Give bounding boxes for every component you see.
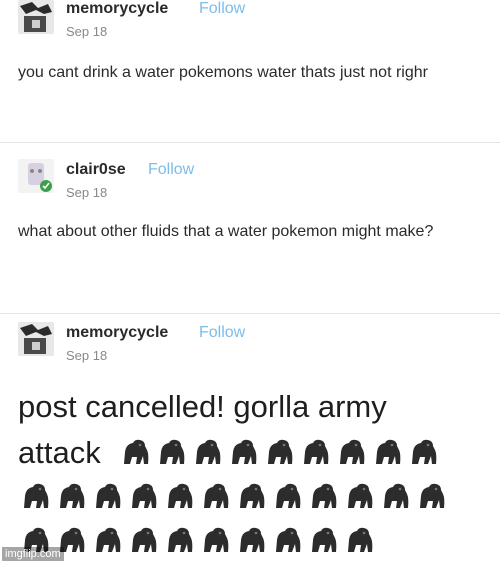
gorilla-icon bbox=[342, 478, 376, 512]
gorilla-row-2 bbox=[18, 478, 448, 518]
gorilla-icon bbox=[190, 434, 224, 468]
gorilla-icon bbox=[126, 478, 160, 512]
gorilla-icon bbox=[154, 434, 188, 468]
gorilla-icon bbox=[126, 522, 160, 556]
watermark: imgflip.com bbox=[2, 547, 64, 561]
gorilla-icon bbox=[270, 478, 304, 512]
gorilla-icon bbox=[414, 478, 448, 512]
gorilla-icon bbox=[162, 478, 196, 512]
post-date: Sep 18 bbox=[66, 24, 108, 39]
gorilla-icon bbox=[298, 434, 332, 468]
username[interactable]: memorycycle bbox=[66, 0, 168, 18]
post-body-line-1: post cancelled! gorlla army bbox=[18, 389, 387, 424]
gorilla-icon bbox=[90, 478, 124, 512]
post-2: clair0se Follow Sep 18 what about other … bbox=[0, 143, 500, 313]
gorilla-icon bbox=[406, 434, 440, 468]
gorilla-icon bbox=[198, 478, 232, 512]
gorilla-icon bbox=[234, 478, 268, 512]
gorilla-icon bbox=[306, 522, 340, 556]
gorilla-icon bbox=[118, 434, 152, 468]
avatar[interactable] bbox=[18, 0, 54, 34]
gorilla-icon bbox=[90, 522, 124, 556]
post-body-line-2: attack bbox=[18, 435, 101, 470]
username[interactable]: clair0se bbox=[66, 161, 126, 179]
gorilla-icon bbox=[234, 522, 268, 556]
gorilla-row-3 bbox=[18, 522, 376, 562]
follow-button[interactable]: Follow bbox=[148, 161, 194, 179]
username[interactable]: memorycycle bbox=[66, 324, 168, 342]
avatar[interactable] bbox=[18, 322, 54, 356]
gorilla-icon bbox=[18, 478, 52, 512]
gorilla-icon bbox=[198, 522, 232, 556]
post-3: memorycycle Follow Sep 18 post cancelled… bbox=[0, 314, 500, 563]
gorilla-icon bbox=[162, 522, 196, 556]
gorilla-row-1 bbox=[118, 434, 440, 474]
gorilla-icon bbox=[54, 478, 88, 512]
gorilla-icon bbox=[262, 434, 296, 468]
post-date: Sep 18 bbox=[66, 185, 108, 200]
post-1: memorycycle Follow Sep 18 you cant drink… bbox=[0, 0, 500, 142]
post-date: Sep 18 bbox=[66, 348, 108, 363]
follow-button[interactable]: Follow bbox=[199, 324, 245, 342]
avatar[interactable] bbox=[18, 159, 54, 193]
gorilla-icon bbox=[378, 478, 412, 512]
gorilla-icon bbox=[306, 478, 340, 512]
gorilla-icon bbox=[342, 522, 376, 556]
post-body: what about other fluids that a water pok… bbox=[18, 223, 434, 240]
post-body: you cant drink a water pokemons water th… bbox=[18, 64, 428, 81]
gorilla-icon bbox=[226, 434, 260, 468]
gorilla-icon bbox=[334, 434, 368, 468]
gorilla-icon bbox=[370, 434, 404, 468]
gorilla-icon bbox=[270, 522, 304, 556]
follow-button[interactable]: Follow bbox=[199, 0, 245, 18]
